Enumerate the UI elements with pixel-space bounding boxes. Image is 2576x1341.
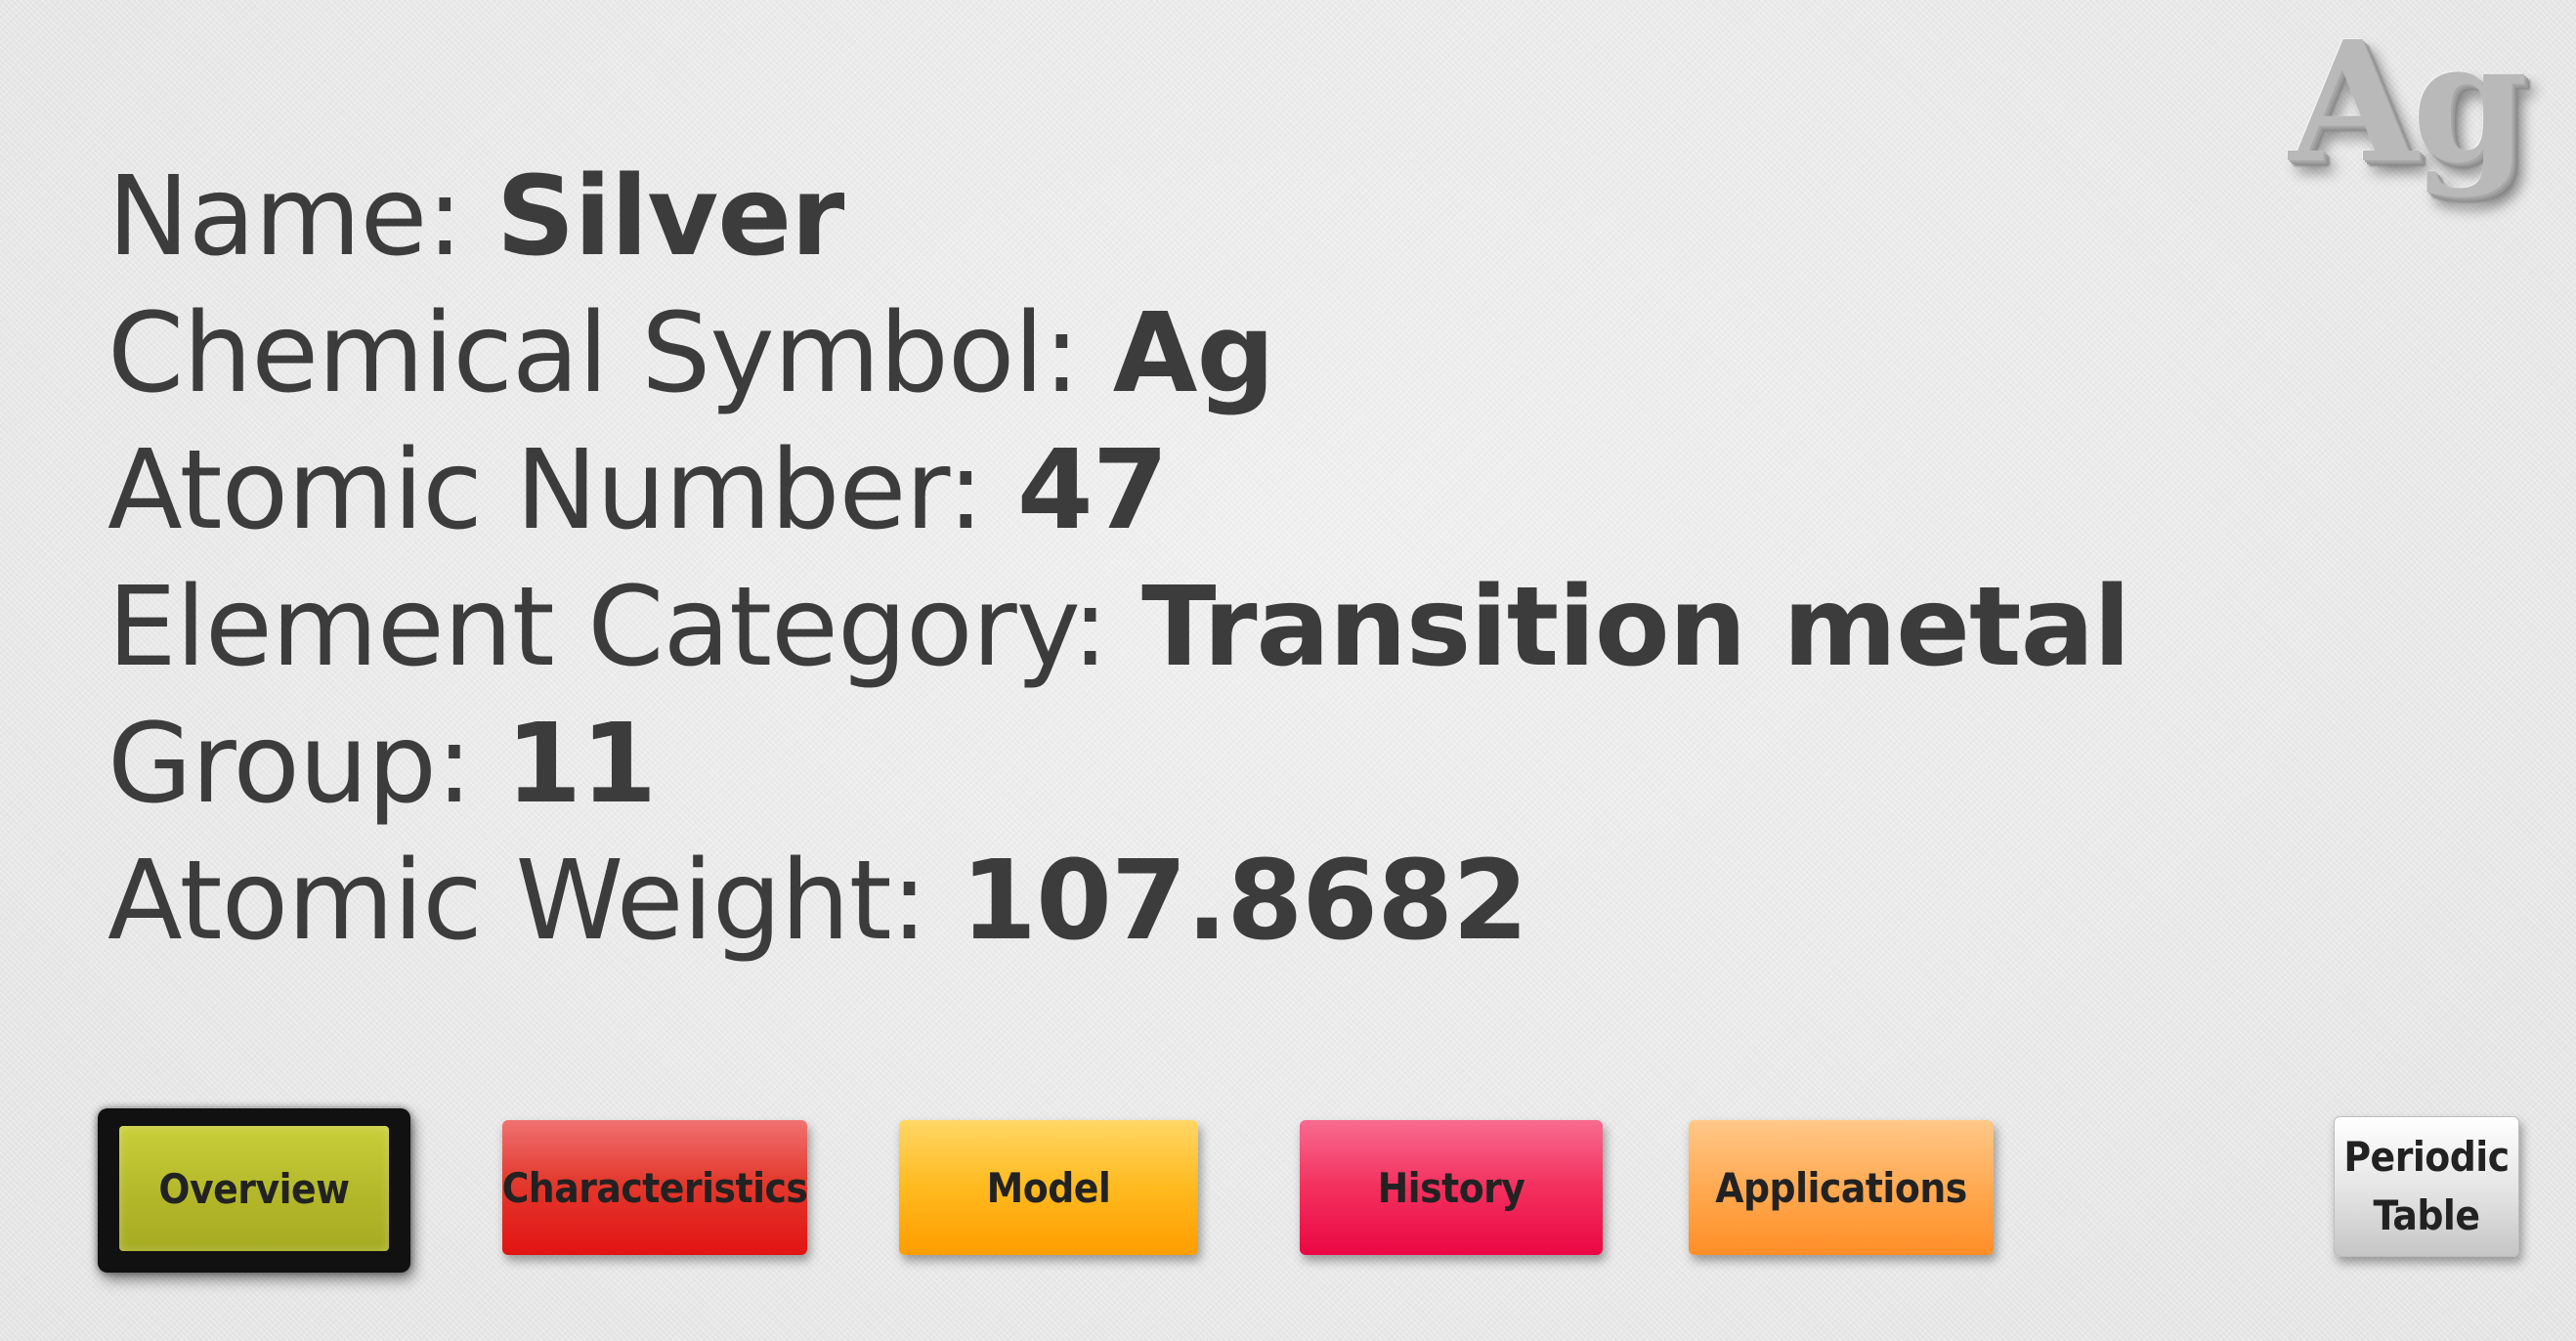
model-button[interactable]: Model (899, 1120, 1198, 1255)
applications-button[interactable]: Applications (1689, 1120, 1994, 1255)
info-atomic-number-label: Atomic Number: (107, 427, 1017, 554)
characteristics-button-label: Characteristics (501, 1163, 808, 1212)
info-group-value: 11 (505, 701, 657, 828)
info-group-label: Group: (107, 701, 506, 828)
overview-button-label: Overview (158, 1164, 350, 1213)
history-button-label: History (1377, 1163, 1525, 1212)
periodic-table-button[interactable]: Periodic Table (2334, 1116, 2519, 1257)
info-atomic-number: Atomic Number: 47 (107, 422, 2130, 559)
info-name: Name: Silver (107, 149, 2130, 285)
info-chemical-symbol-label: Chemical Symbol: (107, 290, 1113, 417)
info-group: Group: 11 (107, 696, 2130, 833)
info-name-value: Silver (495, 153, 845, 281)
info-atomic-weight: Atomic Weight: 107.8682 (107, 833, 2130, 970)
periodic-table-button-label-line1: Periodic (2343, 1133, 2510, 1181)
info-atomic-number-value: 47 (1016, 427, 1169, 554)
characteristics-button[interactable]: Characteristics (501, 1120, 808, 1255)
info-atomic-weight-value: 107.8682 (961, 838, 1528, 965)
applications-button-label: Applications (1715, 1163, 1967, 1212)
info-element-category: Element Category: Transition metal (107, 559, 2131, 696)
info-element-category-value: Transition metal (1141, 564, 2130, 691)
element-symbol-badge: Ag (2289, 5, 2528, 200)
element-info-panel: Name: Silver Chemical Symbol: Ag Atomic … (107, 149, 2131, 970)
info-chemical-symbol: Chemical Symbol: Ag (107, 285, 2130, 422)
overview-button[interactable]: Overview (98, 1108, 410, 1273)
history-button[interactable]: History (1300, 1120, 1603, 1255)
model-button-label: Model (986, 1163, 1111, 1212)
overview-button-face[interactable]: Overview (119, 1126, 389, 1251)
periodic-table-button-label-line2: Table (2373, 1191, 2480, 1239)
info-atomic-weight-label: Atomic Weight: (107, 838, 962, 965)
info-name-label: Name: (107, 153, 496, 281)
info-element-category-label: Element Category: (107, 564, 1142, 691)
info-chemical-symbol-value: Ag (1112, 290, 1275, 417)
